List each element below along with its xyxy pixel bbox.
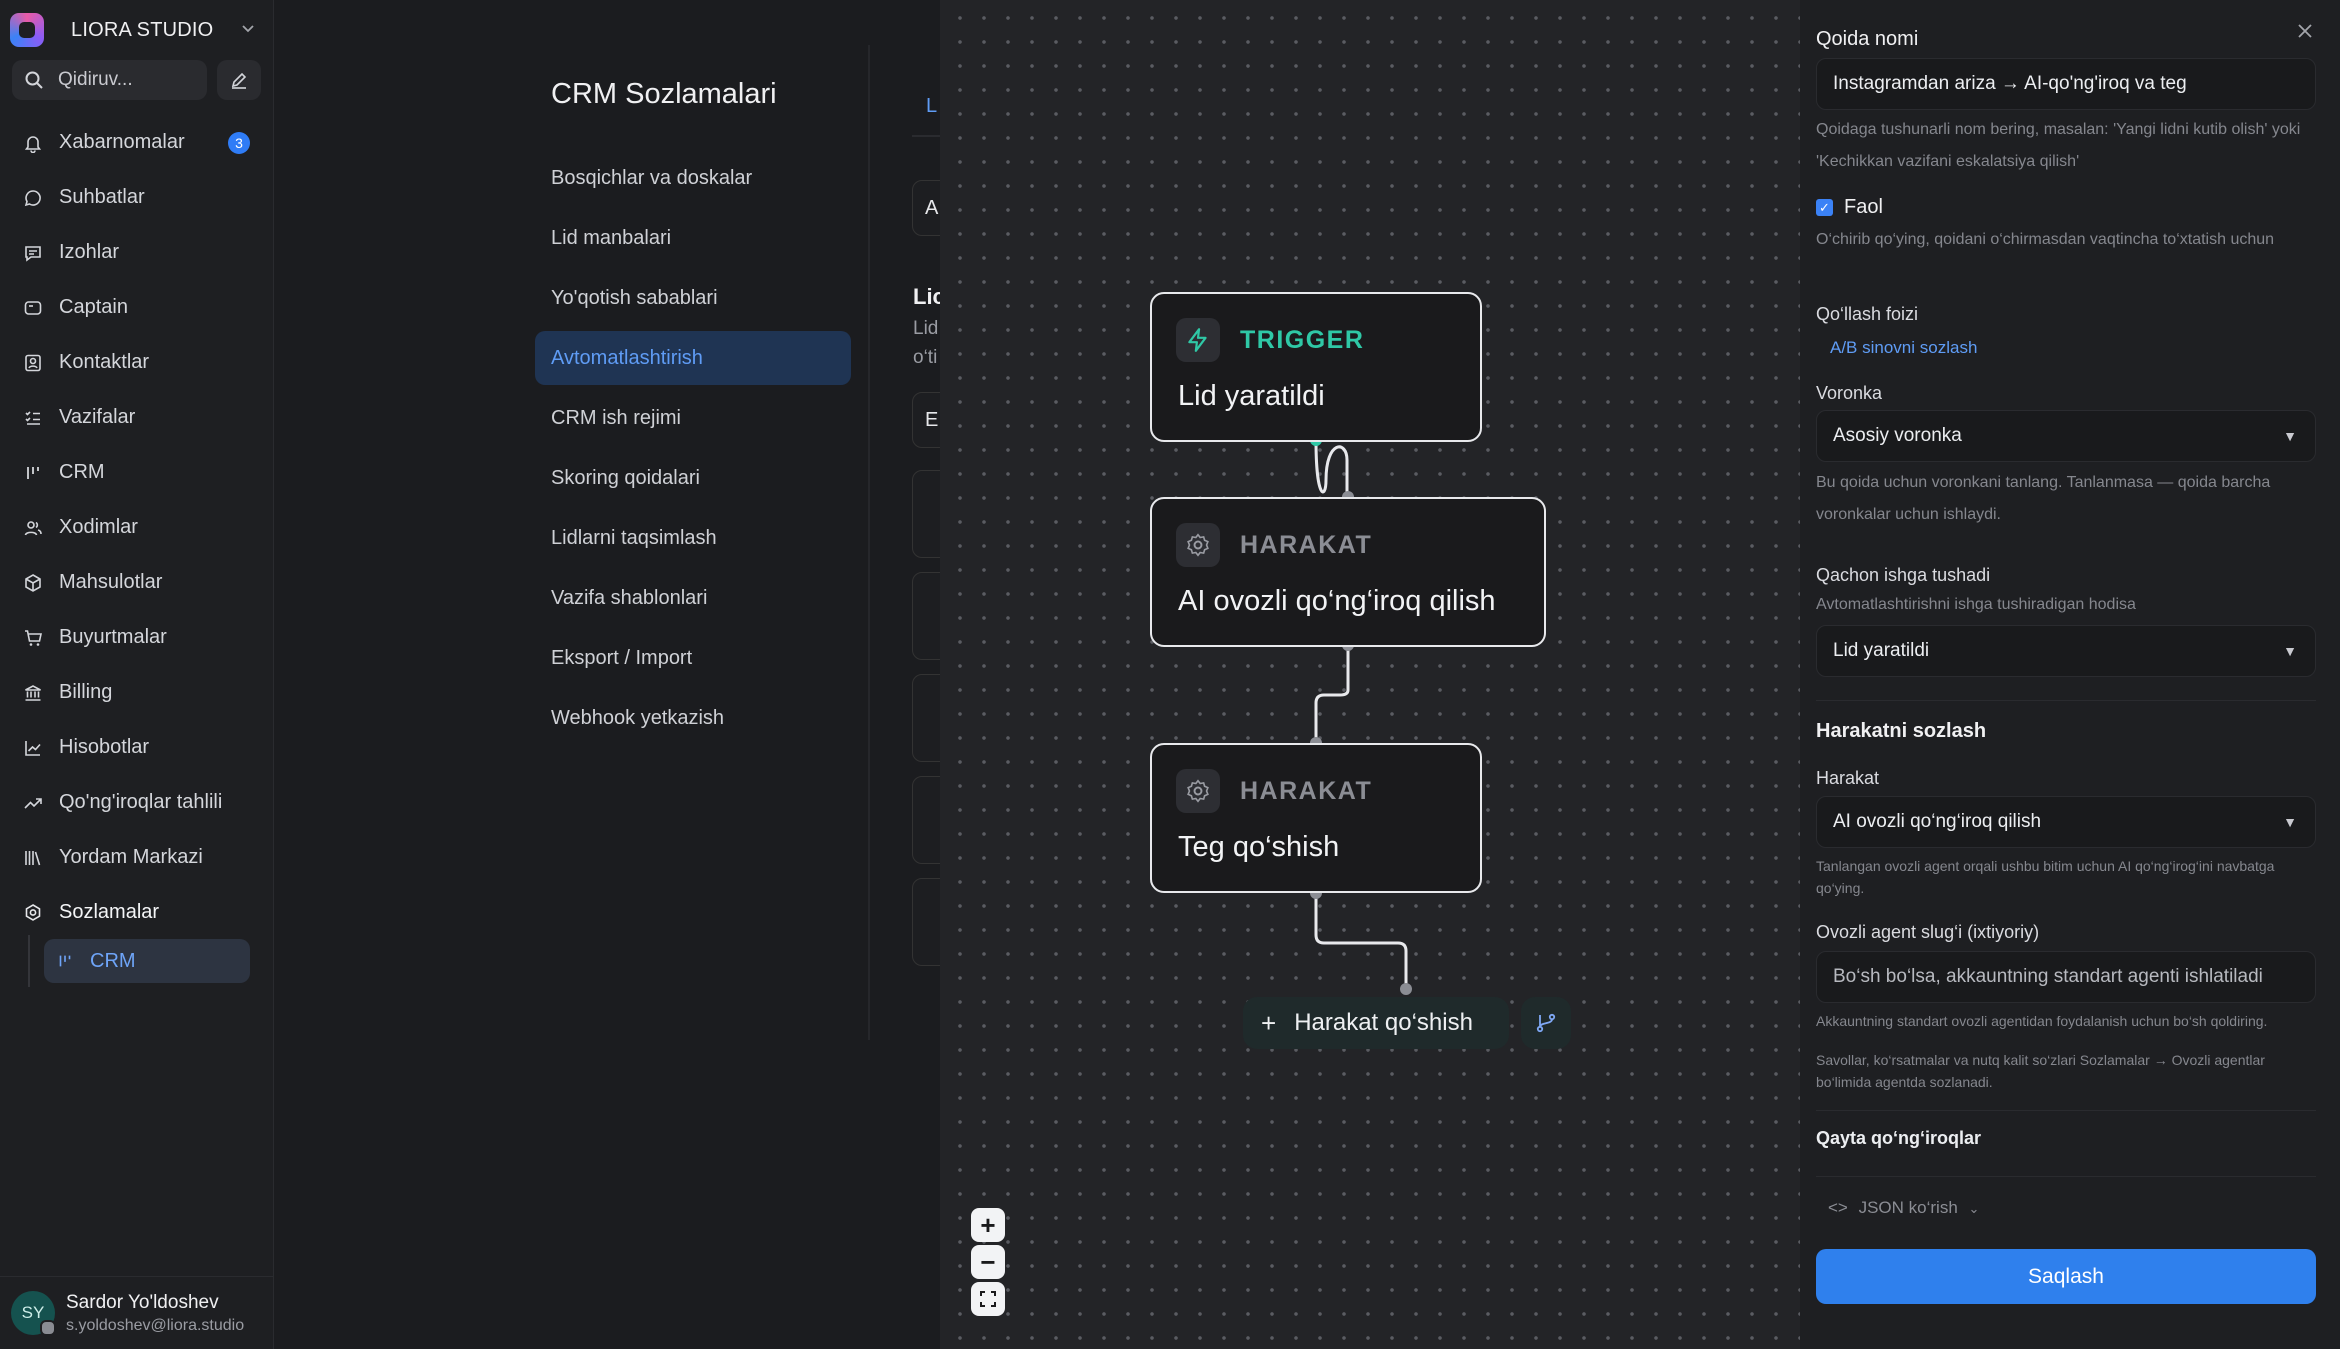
action-section-title: Harakatni sozlash <box>1816 720 1987 742</box>
apply-percent-label: Qo‘llash foizi <box>1816 304 1919 324</box>
trigger-event-value: Lid yaratildi <box>1833 640 1930 661</box>
divider <box>1816 1110 2316 1111</box>
gear-icon <box>1176 523 1220 567</box>
ab-test-link[interactable]: A/B sinovni sozlash <box>1830 338 1977 358</box>
node-title: Lid yaratildi <box>1178 380 1325 412</box>
agent-help-2: Savollar, ko‘rsatmalar va nutq kalit so‘… <box>1816 1052 2265 1090</box>
divider <box>1816 1176 2316 1177</box>
trigger-node[interactable]: TRIGGER Lid yaratildi <box>1150 292 1482 442</box>
action-value: AI ovozli qo‘ng‘iroq qilish <box>1833 811 2042 832</box>
funnel-help: Bu qoida uchun voronkani tanlang. Tanlan… <box>1816 474 2271 523</box>
rule-name-value: Instagramdan ariza → AI-qo'ng'iroq va te… <box>1833 73 2187 94</box>
node-title: Teg qo‘shish <box>1178 831 1340 863</box>
branch-icon <box>1536 1013 1556 1033</box>
active-label: Faol <box>1844 196 1883 218</box>
zoom-out-button[interactable]: − <box>971 1245 1005 1279</box>
json-toggle[interactable]: <> JSON ko‘rish ⌄ <box>1828 1198 1979 1218</box>
agent-label: Ovozli agent slug‘i (ixtiyoriy) <box>1816 922 2040 942</box>
node-title: AI ovozli qo‘ng‘iroq qilish <box>1178 585 1496 617</box>
fit-view-icon <box>980 1291 996 1307</box>
connector-handle[interactable] <box>1400 983 1412 995</box>
action-label: Harakat <box>1816 768 1880 788</box>
save-button[interactable]: Saqlash <box>1816 1249 2316 1304</box>
funnel-select[interactable]: Asosiy voronka ▼ <box>1816 410 2316 462</box>
fit-view-button[interactable] <box>971 1282 1005 1316</box>
code-icon: <> <box>1828 1198 1848 1217</box>
minus-icon: − <box>980 1246 996 1277</box>
add-action-label: Harakat qo‘shish <box>1294 1009 1473 1036</box>
node-kind: TRIGGER <box>1240 325 1365 354</box>
rule-name-input[interactable]: Instagramdan ariza → AI-qo'ng'iroq va te… <box>1816 58 2316 110</box>
rule-name-help: Qoidaga tushunarli nom bering, masalan: … <box>1816 121 2301 170</box>
caret-down-icon: ▼ <box>2283 428 2297 444</box>
active-checkbox[interactable]: ✓ <box>1816 199 1833 216</box>
caret-down-icon: ▼ <box>2283 643 2297 659</box>
plus-icon: + <box>1261 1007 1277 1038</box>
node-kind: HARAKAT <box>1240 776 1373 805</box>
action-node[interactable]: HARAKAT Teg qo‘shish <box>1150 743 1482 893</box>
node-kind: HARAKAT <box>1240 530 1373 559</box>
agent-help: Akkauntning standart ovozli agentidan fo… <box>1816 1013 2268 1029</box>
close-icon[interactable] <box>2296 20 2314 46</box>
when-label: Qachon ishga tushadi <box>1816 565 1991 585</box>
caret-down-icon: ▼ <box>2283 814 2297 830</box>
agent-slug-input[interactable]: Bo‘sh bo‘lsa, akkauntning standart agent… <box>1816 951 2316 1003</box>
add-action-button[interactable]: + Harakat qo‘shish <box>1243 997 1509 1049</box>
chevron-down-icon: ⌄ <box>1968 1201 1980 1216</box>
agent-slug-placeholder: Bo‘sh bo‘lsa, akkauntning standart agent… <box>1833 966 2263 987</box>
rule-name-label: Qoida nomi <box>1816 28 1919 50</box>
active-help: O‘chirib qo‘ying, qoidani o‘chirmasdan v… <box>1816 231 2275 248</box>
funnel-label: Voronka <box>1816 383 1883 403</box>
retries-label: Qayta qo‘ng‘iroqlar <box>1816 1128 1982 1148</box>
zoom-in-button[interactable]: + <box>971 1208 1005 1242</box>
divider <box>1816 700 2316 701</box>
json-toggle-label: JSON ko‘rish <box>1858 1198 1958 1217</box>
action-help: Tanlangan ovozli agent orqali ushbu biti… <box>1816 858 2275 896</box>
funnel-value: Asosiy voronka <box>1833 425 1962 446</box>
trigger-event-select[interactable]: Lid yaratildi ▼ <box>1816 625 2316 677</box>
plus-icon: + <box>980 1209 996 1240</box>
action-select[interactable]: AI ovozli qo‘ng‘iroq qilish ▼ <box>1816 796 2316 848</box>
lightning-icon <box>1176 318 1220 362</box>
action-node[interactable]: HARAKAT AI ovozli qo‘ng‘iroq qilish <box>1150 497 1546 647</box>
add-branch-button[interactable] <box>1521 997 1571 1049</box>
when-help: Avtomatlashtirishni ishga tushiradigan h… <box>1816 596 2136 613</box>
gear-icon <box>1176 769 1220 813</box>
